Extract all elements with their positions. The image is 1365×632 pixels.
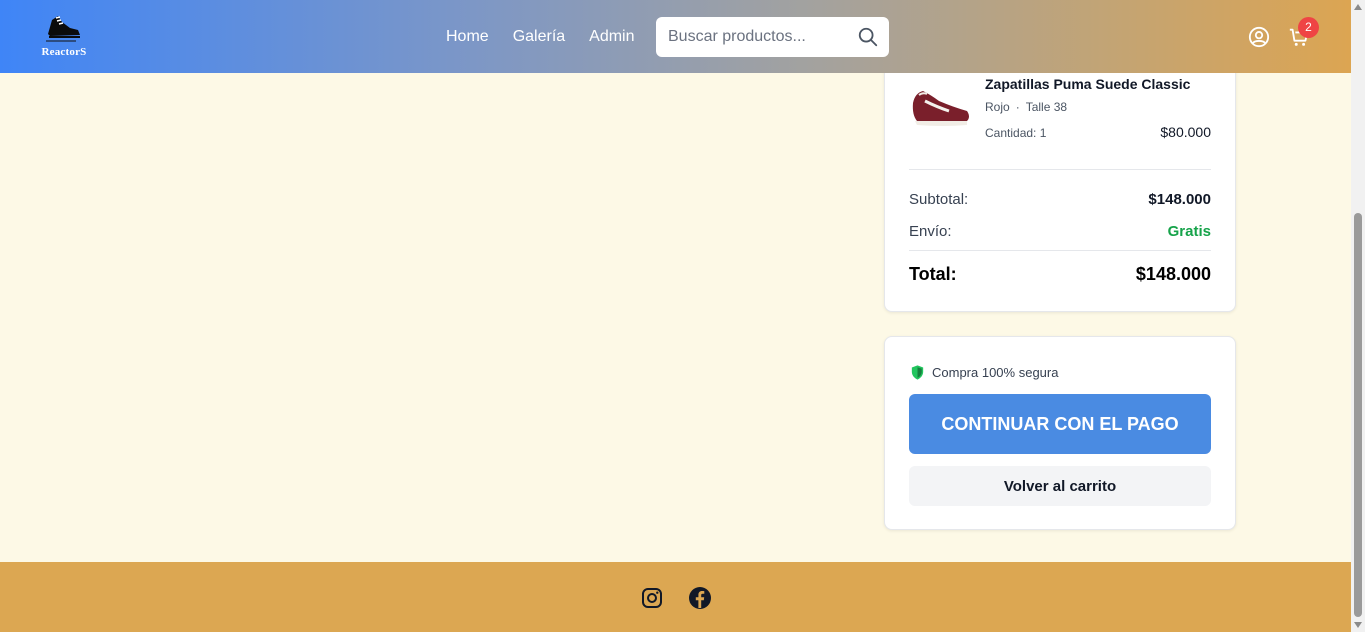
search-input[interactable] xyxy=(656,17,846,57)
navbar: ReactorS Home Galería Admin 2 xyxy=(0,0,1351,73)
subtotal-value: $148.000 xyxy=(1148,191,1211,208)
logo-text: ReactorS xyxy=(41,46,87,58)
total-divider xyxy=(909,250,1211,251)
nav-home-link[interactable]: Home xyxy=(446,28,489,46)
product-name: Zapatillas Puma Suede Classic xyxy=(985,76,1191,92)
instagram-icon[interactable] xyxy=(640,586,664,610)
scroll-thumb[interactable] xyxy=(1354,213,1362,617)
sneaker-logo-icon xyxy=(46,16,80,42)
brand-logo[interactable]: ReactorS xyxy=(38,8,90,62)
secure-text: Compra 100% segura xyxy=(932,365,1059,380)
nav-admin-link[interactable]: Admin xyxy=(589,28,634,46)
total-label: Total: xyxy=(909,264,957,284)
product-quantity: Cantidad: 1 xyxy=(985,126,1047,140)
total-row: Total: $148.000 xyxy=(909,264,1211,285)
search-bar xyxy=(656,17,889,57)
shipping-row: Envío: Gratis xyxy=(909,223,1211,240)
main-nav: Home Galería Admin xyxy=(446,28,635,46)
product-size: Talle 38 xyxy=(1025,100,1068,114)
scroll-down-arrow-icon[interactable] xyxy=(1354,622,1362,628)
subtotal-row: Subtotal: $148.000 xyxy=(909,191,1211,208)
shipping-label: Envío: xyxy=(909,223,952,240)
product-color: Rojo xyxy=(985,100,1010,114)
shield-icon xyxy=(911,365,924,380)
product-variant: Rojo · Talle 38 xyxy=(985,100,1067,114)
payment-card: Compra 100% segura CONTINUAR CON EL PAGO… xyxy=(884,336,1236,530)
user-account-icon[interactable] xyxy=(1248,26,1270,48)
nav-galeria-link[interactable]: Galería xyxy=(513,28,565,46)
cart-count-badge: 2 xyxy=(1298,17,1319,38)
product-price: $80.000 xyxy=(1160,124,1211,140)
secure-purchase-note: Compra 100% segura xyxy=(909,364,1058,381)
subtotal-label: Subtotal: xyxy=(909,191,969,208)
back-to-cart-button[interactable]: Volver al carrito xyxy=(909,466,1211,506)
order-summary-card: Zapatillas Puma Suede Classic Rojo · Talle… xyxy=(884,40,1236,312)
shipping-value: Gratis xyxy=(1167,223,1211,240)
search-icon[interactable] xyxy=(857,26,879,48)
footer xyxy=(0,562,1351,632)
separator-dot: · xyxy=(1015,100,1020,114)
total-value: $148.000 xyxy=(1135,264,1211,284)
page-scrollbar[interactable] xyxy=(1351,0,1365,632)
continue-payment-button[interactable]: CONTINUAR CON EL PAGO xyxy=(909,394,1211,454)
facebook-icon[interactable] xyxy=(688,586,712,610)
scroll-up-arrow-icon[interactable] xyxy=(1354,4,1362,10)
product-thumbnail-image[interactable] xyxy=(909,81,973,131)
summary-divider xyxy=(909,169,1211,170)
